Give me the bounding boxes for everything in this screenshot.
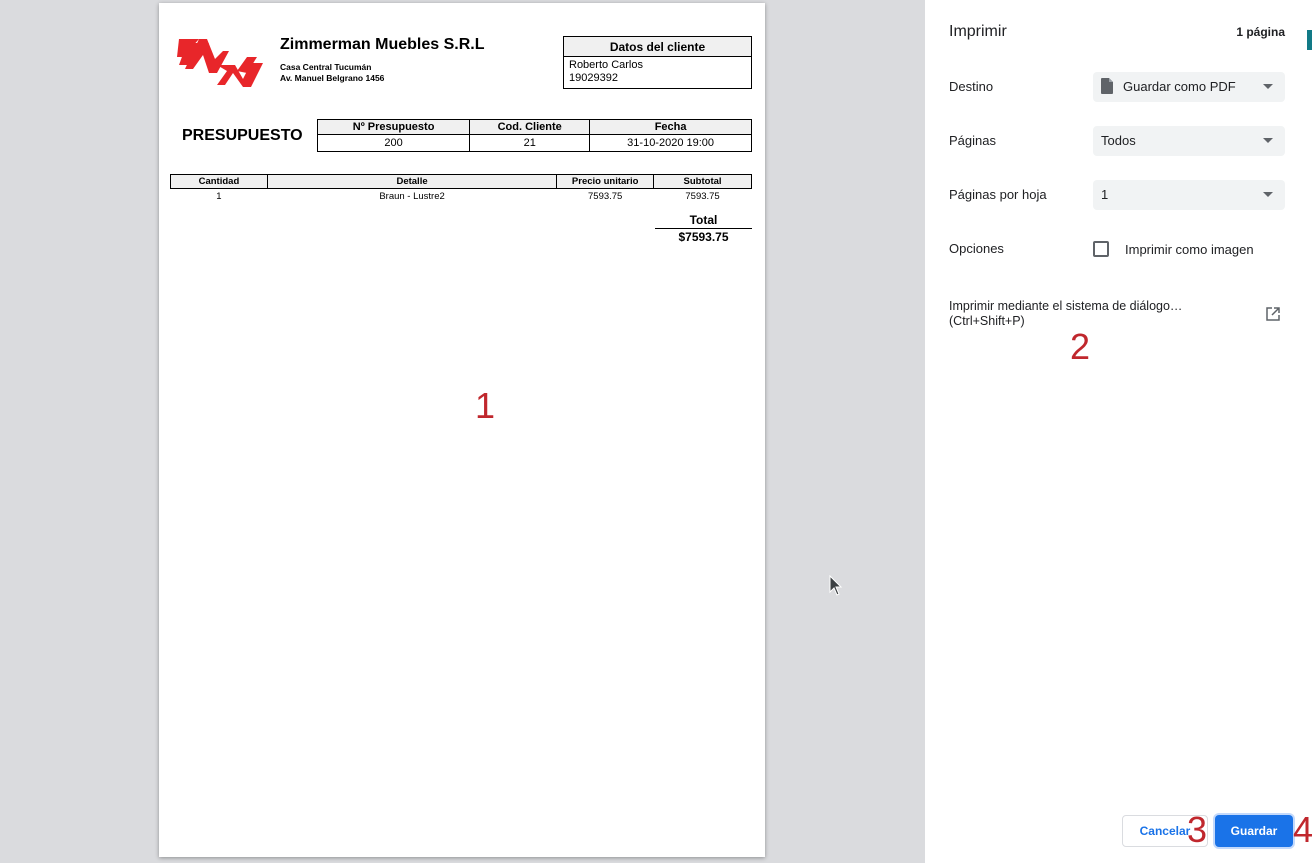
meta-header: Cod. Cliente: [469, 119, 591, 135]
print-preview-area: Zimmerman Muebles S.R.L Casa Central Tuc…: [0, 0, 925, 863]
panel-title: Imprimir: [949, 23, 1007, 40]
pages-select[interactable]: Todos: [1093, 126, 1285, 156]
document-title: PRESUPUESTO: [182, 127, 303, 144]
destination-value: Guardar como PDF: [1123, 79, 1236, 94]
dropdown-caret-icon: [1263, 84, 1273, 89]
column-header: Precio unitario: [556, 174, 655, 189]
annotation-number-1: 1: [475, 385, 496, 426]
pages-label: Páginas: [949, 133, 996, 148]
pages-per-sheet-value: 1: [1101, 187, 1109, 202]
save-button[interactable]: Guardar: [1215, 815, 1293, 847]
company-address: Casa Central Tucumán Av. Manuel Belgrano…: [280, 62, 384, 84]
pages-per-sheet-label: Páginas por hoja: [949, 187, 1047, 202]
address-line-1: Casa Central Tucumán: [280, 62, 372, 72]
address-line-2: Av. Manuel Belgrano 1456: [280, 73, 385, 83]
client-name: Roberto Carlos: [569, 59, 643, 71]
item-quantity: 1: [216, 191, 222, 203]
pages-value: Todos: [1101, 133, 1136, 148]
client-code: 21: [469, 134, 591, 152]
item-unit-price: 7593.75: [588, 191, 623, 203]
company-logo: [177, 39, 263, 87]
meta-header: Nº Presupuesto: [316, 119, 471, 135]
external-link-icon[interactable]: [1266, 307, 1280, 321]
item-detail: Braun - Lustre2: [379, 191, 445, 203]
items-table: Cantidad Detalle Precio unitario Subtota…: [170, 174, 752, 205]
column-header: Cantidad: [170, 174, 268, 189]
print-as-image-checkbox[interactable]: [1093, 241, 1109, 257]
dropdown-caret-icon: [1263, 192, 1273, 197]
client-data-box: Datos del cliente Roberto Carlos 1902939…: [563, 36, 752, 89]
meta-header: Fecha: [589, 119, 752, 135]
system-dialog-text: Imprimir mediante el sistema de diálogo…: [949, 299, 1183, 313]
client-data-header: Datos del cliente: [564, 37, 751, 57]
window-edge-marker: [1307, 30, 1312, 50]
system-dialog-shortcut: (Ctrl+Shift+P): [949, 314, 1025, 328]
pages-per-sheet-select[interactable]: 1: [1093, 180, 1285, 210]
table-row: 1 Braun - Lustre2 7593.75 7593.75: [171, 189, 752, 205]
print-settings-panel: Imprimir 1 página Destino Guardar como P…: [925, 0, 1312, 863]
page-count: 1 página: [1236, 25, 1285, 39]
budget-number: 200: [316, 134, 471, 152]
item-subtotal: 7593.75: [685, 191, 720, 203]
mouse-cursor-icon: [829, 575, 843, 596]
budget-date: 31-10-2020 19:00: [589, 134, 752, 152]
annotation-number-2: 2: [1070, 326, 1091, 367]
print-as-image-label[interactable]: Imprimir como imagen: [1125, 242, 1254, 257]
annotation-number-4: 4: [1293, 809, 1312, 850]
destination-label: Destino: [949, 79, 994, 94]
dropdown-caret-icon: [1263, 138, 1273, 143]
annotation-number-3: 3: [1187, 809, 1208, 850]
file-icon: [1101, 77, 1113, 94]
destination-select[interactable]: Guardar como PDF: [1093, 72, 1285, 102]
system-dialog-link[interactable]: Imprimir mediante el sistema de diálogo……: [949, 299, 1182, 329]
client-id: 19029392: [569, 71, 618, 84]
total-value: $7593.75: [678, 230, 729, 244]
total-label: Total: [655, 213, 752, 229]
company-name: Zimmerman Muebles S.R.L: [280, 36, 485, 53]
preview-page: Zimmerman Muebles S.R.L Casa Central Tuc…: [159, 3, 765, 857]
column-header: Subtotal: [653, 174, 752, 189]
options-label: Opciones: [949, 241, 1004, 256]
budget-meta-table: Nº Presupuesto Cod. Cliente Fecha 200 21…: [316, 119, 752, 152]
column-header: Detalle: [266, 174, 558, 189]
